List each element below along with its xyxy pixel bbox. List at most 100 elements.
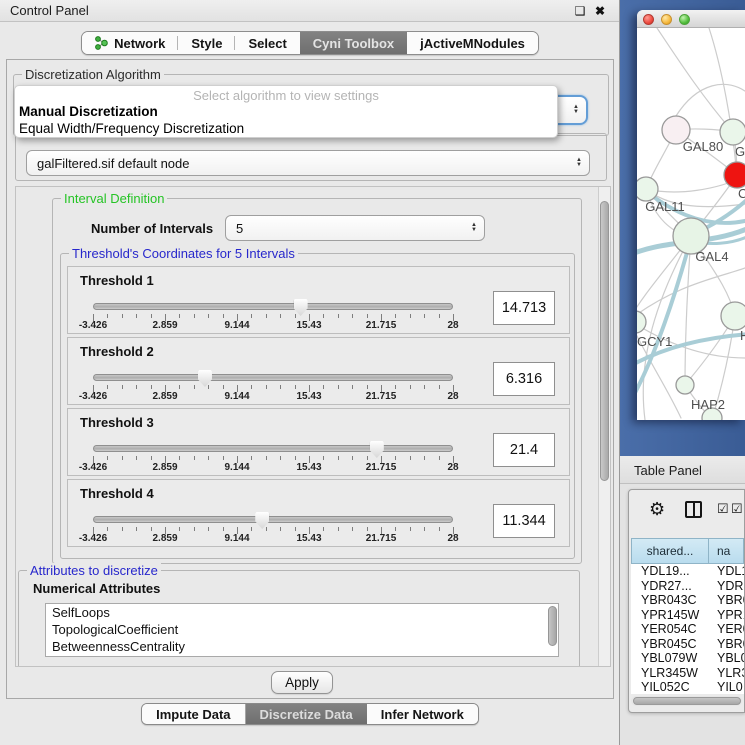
dropdown-option-manual[interactable]: Manual Discretization (15, 104, 557, 121)
top-right-node[interactable] (720, 119, 745, 145)
bottom-tab-group: Impute Data Discretize Data Infer Networ… (141, 703, 479, 725)
tick-mark (251, 314, 252, 318)
table-row[interactable]: YBR045CYBR0 (631, 637, 744, 652)
tick-mark (410, 456, 411, 460)
table-cell[interactable]: YBR0 (709, 593, 744, 608)
tick-label: 21.715 (366, 391, 397, 402)
checkbox-icon[interactable]: ☑ (717, 502, 729, 515)
network-canvas[interactable]: GAL80GACGAL11GAL4GCY1HHAP2 (637, 28, 745, 420)
table-cell[interactable]: YPR145W (631, 608, 709, 623)
tick-mark (151, 314, 152, 318)
tick-label: 2.859 (152, 320, 177, 331)
GAL11-node[interactable] (637, 177, 658, 201)
tab-infer-network[interactable]: Infer Network (367, 704, 478, 724)
tick-mark (179, 456, 180, 460)
table-row[interactable]: YDR27...YDR2 (631, 579, 744, 594)
table-cell[interactable]: YLR3 (709, 666, 744, 681)
attribute-list-item[interactable]: BetweennessCentrality (46, 638, 558, 655)
network-edge[interactable] (676, 84, 745, 116)
tick-mark (251, 385, 252, 389)
threshold-value-field[interactable]: 11.344 (493, 504, 555, 538)
table-row[interactable]: YER054CYER0 (631, 622, 744, 637)
table-cell[interactable]: YPR1 (709, 608, 744, 623)
columns-icon[interactable] (685, 501, 702, 518)
tick-mark (295, 527, 296, 531)
node-label: GAL4 (695, 249, 728, 264)
tick-mark (367, 314, 368, 318)
float-window-icon[interactable]: ❑ (573, 4, 587, 18)
tab-discretize-data[interactable]: Discretize Data (246, 704, 367, 724)
table-row[interactable]: YLR345WYLR3 (631, 666, 744, 681)
settings-scrollbar-thumb[interactable] (600, 201, 609, 481)
apply-button[interactable]: Apply (271, 671, 333, 694)
network-window-titlebar[interactable] (637, 10, 745, 28)
table-cell[interactable]: YBR045C (631, 637, 709, 652)
column-header-name[interactable]: na (709, 538, 744, 564)
threshold-slider-track[interactable] (93, 303, 453, 310)
H-node[interactable] (721, 302, 745, 330)
checkbox-icon[interactable]: ☑ (731, 502, 743, 515)
minimize-traffic-light[interactable] (661, 14, 672, 25)
attribute-list-item[interactable]: SelfLoops (46, 604, 558, 621)
table-hscrollbar-thumb[interactable] (633, 697, 741, 705)
table-cell[interactable]: YIL052C (631, 680, 709, 694)
threshold-value-field[interactable]: 6.316 (493, 362, 555, 396)
threshold-slider-track[interactable] (93, 374, 453, 381)
table-data-group: Table Data galFiltered.sif default node … (15, 133, 607, 181)
zoom-traffic-light[interactable] (679, 14, 690, 25)
tab-impute-data[interactable]: Impute Data (142, 704, 245, 724)
table-row[interactable]: YIL052CYIL0 (631, 680, 744, 694)
tick-mark (194, 385, 195, 389)
table-row[interactable]: YDL19...YDL1 (631, 564, 744, 579)
table-cell[interactable]: YLR345W (631, 666, 709, 681)
list-scrollbar-thumb[interactable] (548, 606, 557, 646)
tick-mark (395, 385, 396, 389)
tab-select[interactable]: Select (235, 32, 299, 54)
table-cell[interactable]: YIL0 (709, 680, 744, 694)
table-row[interactable]: YPR145WYPR1 (631, 608, 744, 623)
gear-icon[interactable]: ⚙ (649, 500, 665, 518)
table-cell[interactable]: YDL19... (631, 564, 709, 579)
tab-jactivemnodules[interactable]: jActiveMNodules (407, 32, 538, 54)
settings-vertical-scrollbar[interactable] (598, 187, 610, 666)
table-cell[interactable]: YER054C (631, 622, 709, 637)
node-label: C (738, 186, 745, 201)
table-cell[interactable]: YBL079W (631, 651, 709, 666)
tick-mark (424, 385, 425, 389)
table-cell[interactable]: YBL0 (709, 651, 744, 666)
table-cell[interactable]: YBR043C (631, 593, 709, 608)
table-cell[interactable]: YER0 (709, 622, 744, 637)
column-header-shared-name[interactable]: shared... (631, 538, 709, 564)
attribute-list-item[interactable]: TopologicalCoefficient (46, 621, 558, 638)
threshold-value-field[interactable]: 21.4 (493, 433, 555, 467)
table-row[interactable]: YBR043CYBR0 (631, 593, 744, 608)
close-traffic-light[interactable] (643, 14, 654, 25)
network-edge[interactable] (657, 28, 733, 132)
close-window-icon[interactable]: ✖ (593, 4, 607, 18)
table-cell[interactable]: YDR2 (709, 579, 744, 594)
table-data-combobox[interactable]: galFiltered.sif default node ▲▼ (26, 150, 590, 176)
table-row[interactable]: YBL079WYBL0 (631, 651, 744, 666)
table-window: ⚙ ☑ ☑ shared... na YDL19...YDL1YDR27...Y… (628, 489, 745, 713)
number-of-intervals-combobox[interactable]: 5 ▲▼ (225, 215, 485, 241)
table-cell[interactable]: YDR27... (631, 579, 709, 594)
red-node[interactable] (724, 162, 745, 188)
slider-tick-labels: -3.4262.8599.14415.4321.71528 (93, 462, 453, 474)
tab-select-label: Select (248, 36, 286, 51)
threshold-slider-track[interactable] (93, 516, 453, 523)
dropdown-option-equal-width[interactable]: Equal Width/Frequency Discretization (15, 121, 557, 138)
tick-label: -3.426 (79, 462, 107, 473)
tab-network[interactable]: Network (82, 32, 178, 54)
table-horizontal-scrollbar[interactable] (631, 696, 742, 706)
table-cell[interactable]: YDL1 (709, 564, 744, 579)
tick-mark (136, 456, 137, 460)
tab-style[interactable]: Style (178, 32, 235, 54)
tick-label: 9.144 (224, 320, 249, 331)
threshold-value-field[interactable]: 14.713 (493, 291, 555, 325)
table-cell[interactable]: YBR0 (709, 637, 744, 652)
tick-mark (107, 314, 108, 318)
HAP2-node[interactable] (676, 376, 694, 394)
tab-cyni-toolbox[interactable]: Cyni Toolbox (300, 32, 407, 54)
thresholds-group: Threshold's Coordinates for 5 Intervals … (60, 253, 575, 559)
threshold-slider-track[interactable] (93, 445, 453, 452)
